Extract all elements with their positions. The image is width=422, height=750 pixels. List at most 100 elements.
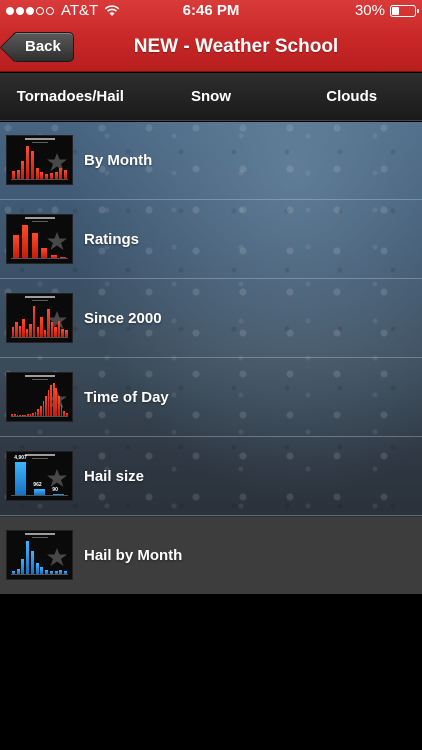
- thumb-title: [7, 217, 72, 220]
- thumb-bars: [11, 541, 68, 574]
- thumb-bar: [37, 409, 40, 416]
- thumb-value: 4,907: [14, 455, 27, 461]
- thumb-bar: [39, 406, 42, 416]
- chart-thumbnail: [6, 135, 73, 185]
- thumb-bar: [45, 395, 47, 416]
- list-item-label: Since 2000: [84, 310, 162, 327]
- thumb-bar: [52, 383, 55, 416]
- thumb-axis: [11, 258, 68, 259]
- thumb-title: [7, 296, 72, 299]
- list-item-hail-size[interactable]: 4,907 962 90 Hail size: [0, 438, 422, 516]
- chart-thumbnail: [6, 530, 73, 580]
- thumb-bar: [54, 171, 58, 179]
- list-item-by-month[interactable]: By Month: [0, 122, 422, 200]
- thumb-bar: [15, 322, 18, 337]
- thumb-bar: [31, 233, 38, 258]
- status-right: 30%: [354, 0, 419, 22]
- thumb-bar: [26, 541, 30, 574]
- battery-fill: [392, 7, 399, 15]
- thumb-bar: [59, 167, 63, 179]
- thumb-bar: [25, 328, 29, 337]
- thumb-bar: [61, 328, 64, 337]
- thumb-bar: [30, 550, 34, 574]
- thumb-bar: [41, 248, 48, 258]
- thumb-bar: [11, 327, 14, 337]
- thumb-title: [7, 533, 72, 536]
- list-item-ratings[interactable]: Ratings: [0, 201, 422, 279]
- tab-snow[interactable]: Snow: [141, 73, 282, 120]
- thumb-bar: [16, 169, 20, 179]
- thumb-bar: [50, 322, 54, 337]
- thumb-bar: [22, 225, 29, 258]
- thumb-bar: [40, 172, 44, 179]
- thumb-subtitle: [7, 221, 72, 223]
- list-item-hail-by-month[interactable]: Hail by Month: [0, 517, 422, 594]
- thumb-bar: [36, 327, 39, 337]
- thumb-bar: [47, 308, 50, 337]
- thumb-axis: [11, 337, 68, 338]
- thumb-bar: [42, 401, 45, 416]
- thumb-title: [7, 138, 72, 141]
- thumb-bar: [26, 146, 30, 179]
- thumb-bar: [21, 559, 25, 574]
- list-item-label: Hail size: [84, 468, 145, 485]
- thumb-bar: [43, 330, 47, 337]
- thumb-value: 962: [33, 482, 42, 489]
- thumb-bar: [32, 305, 36, 337]
- back-button-label: Back: [25, 38, 61, 55]
- thumb-bar: [35, 167, 39, 179]
- chart-thumbnail: [6, 372, 73, 422]
- page-title: NEW - Weather School: [133, 36, 339, 57]
- list-item-label: Hail by Month: [84, 547, 183, 564]
- thumb-bars: [11, 146, 68, 179]
- status-bar: AT&T 6:46 PM 30%: [0, 0, 422, 22]
- thumb-bar: [15, 462, 26, 495]
- battery-percent: 30%: [354, 2, 385, 19]
- back-button[interactable]: Back: [12, 32, 74, 62]
- thumb-axis: [11, 416, 68, 417]
- thumb-bar: [58, 396, 60, 416]
- thumb-axis: [11, 574, 68, 575]
- thumb-title: [7, 375, 72, 378]
- thumb-bar: [60, 404, 63, 416]
- list-item-label: Ratings: [84, 231, 140, 248]
- thumb-axis: [11, 179, 68, 180]
- thumb-bar: [22, 318, 25, 337]
- thumb-bar: [11, 170, 15, 179]
- thumb-bar: [65, 330, 68, 337]
- list-item-label: Time of Day: [84, 389, 169, 406]
- thumb-value: 90: [52, 486, 58, 493]
- chart-thumbnail: [6, 293, 73, 343]
- chart-thumbnail: 4,907 962 90: [6, 451, 73, 501]
- thumb-subtitle: [7, 379, 72, 381]
- thumb-subtitle: [7, 537, 72, 539]
- tab-bar: Tornadoes/Hail Snow Clouds: [0, 73, 422, 121]
- thumb-bar: [54, 327, 57, 337]
- thumb-bars: [11, 304, 68, 337]
- thumb-bar: [55, 387, 58, 416]
- list-item-time-of-day[interactable]: Time of Day: [0, 359, 422, 437]
- thumb-bar: [35, 562, 39, 574]
- chart-thumbnail: [6, 214, 73, 264]
- nav-bar: Back NEW - Weather School: [0, 22, 422, 72]
- thumb-bar: [40, 567, 44, 574]
- thumb-bar: [30, 150, 34, 179]
- thumb-bars: [11, 225, 68, 258]
- thumb-bar: [12, 234, 19, 258]
- empty-area: [0, 594, 422, 750]
- thumb-subtitle: [7, 142, 72, 144]
- thumb-bar: [40, 317, 43, 337]
- tab-tornadoes-hail[interactable]: Tornadoes/Hail: [0, 73, 141, 120]
- thumb-bar: [64, 169, 68, 179]
- battery-icon: [390, 5, 419, 17]
- tab-clouds[interactable]: Clouds: [281, 73, 422, 120]
- thumb-axis: [11, 495, 68, 496]
- list-item-label: By Month: [84, 152, 153, 169]
- thumb-bars: 4,907 962 90: [11, 455, 68, 495]
- thumb-bar: [18, 325, 22, 337]
- list-item-since-2000[interactable]: Since 2000: [0, 280, 422, 358]
- topic-list: By Month Ratings Since 2000 Time of Day …: [0, 122, 422, 594]
- thumb-bar: [21, 160, 25, 179]
- thumb-bar: [29, 323, 32, 337]
- header: AT&T 6:46 PM 30% Back NEW - Weather Scho…: [0, 0, 422, 72]
